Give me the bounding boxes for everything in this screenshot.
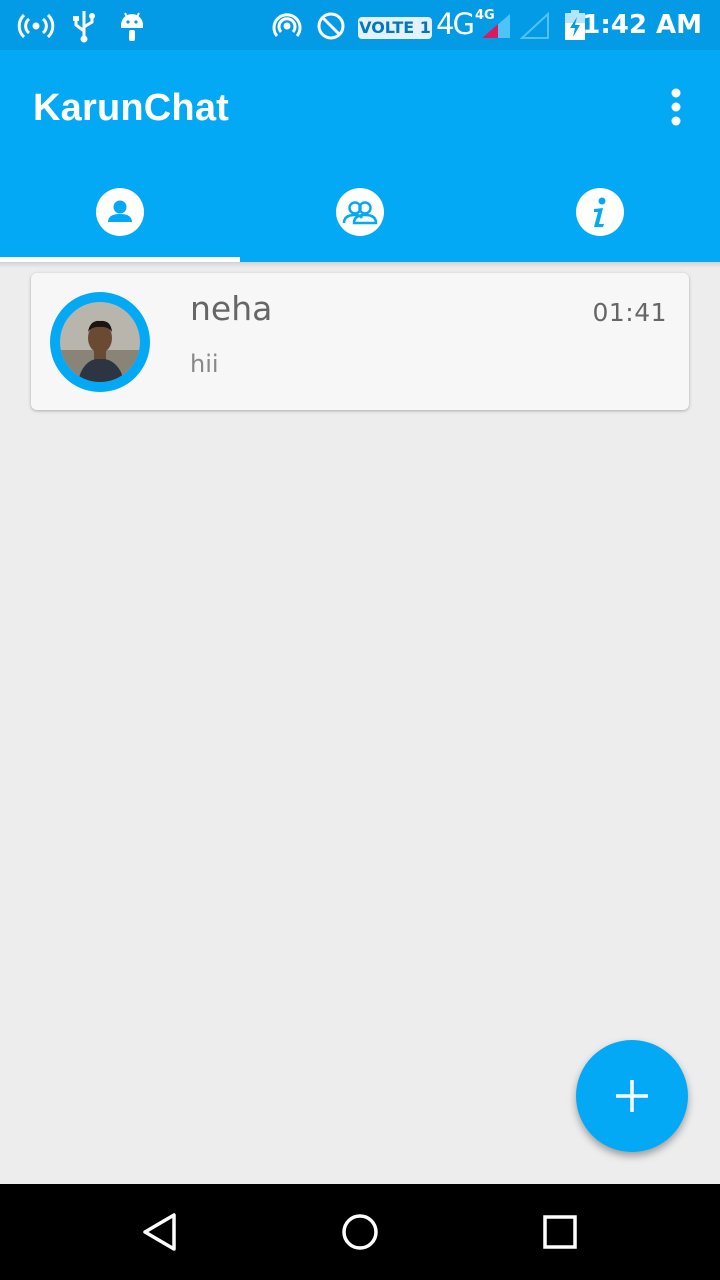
navigation-bar <box>0 1184 720 1280</box>
group-icon <box>336 188 384 236</box>
status-bar: VOLTE 1 4G 4G 1:42 AM <box>0 0 720 50</box>
contact-name: neha <box>190 289 273 328</box>
wireless-broadcast-icon <box>17 13 55 39</box>
android-icon <box>121 12 143 41</box>
tab-chats[interactable] <box>0 170 240 262</box>
home-icon[interactable] <box>336 1208 384 1256</box>
info-icon <box>576 188 624 236</box>
overflow-menu-icon[interactable] <box>660 82 692 132</box>
last-message: hii <box>190 350 219 378</box>
avatar[interactable] <box>50 292 150 392</box>
chat-list-item[interactable]: neha hii 01:41 <box>31 273 689 410</box>
clock: 1:42 AM <box>582 10 702 40</box>
network-type-label: 4G <box>436 7 475 41</box>
tab-groups[interactable] <box>240 170 480 262</box>
message-time: 01:41 <box>592 298 667 327</box>
signal-icon <box>482 12 549 39</box>
app-bar: KarunChat <box>0 50 720 262</box>
hotspot-icon <box>272 13 302 37</box>
tab-info[interactable] <box>480 170 720 262</box>
usb-icon <box>73 11 95 43</box>
new-chat-fab[interactable] <box>576 1040 688 1152</box>
volte-badge: VOLTE 1 <box>358 17 432 39</box>
back-icon[interactable] <box>136 1208 184 1256</box>
do-not-disturb-icon <box>317 12 345 40</box>
recents-icon[interactable] <box>536 1208 584 1256</box>
avatar-photo <box>60 302 140 382</box>
plus-icon <box>616 1080 648 1112</box>
person-icon <box>96 188 144 236</box>
app-bar-shadow <box>0 262 720 268</box>
app-title: KarunChat <box>33 87 230 129</box>
